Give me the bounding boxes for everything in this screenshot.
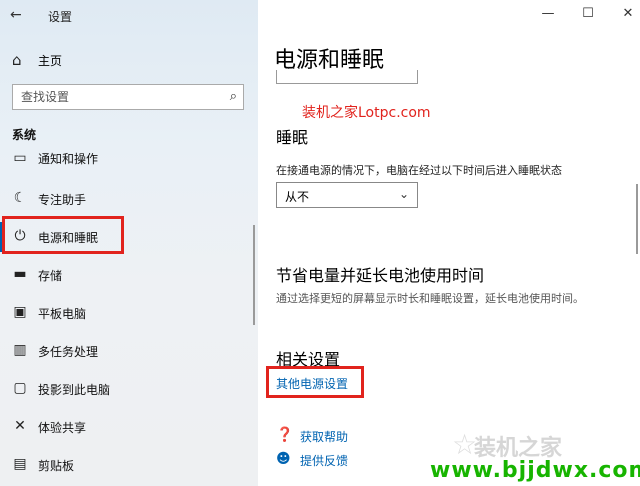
section-label: 系统 [12, 128, 37, 142]
dropdown-dots: ··· [287, 64, 303, 75]
sidebar-item-multitasking[interactable]: ▥ 多任务处理 [0, 336, 258, 366]
battery-section-title: 节省电量并延长电池使用时间 [276, 266, 485, 285]
sidebar-item-label: 体验共享 [38, 421, 87, 435]
sidebar-item-shared-experiences[interactable]: ✕ 体验共享 [0, 412, 258, 442]
search-box[interactable]: ⌕ [12, 84, 244, 110]
watermark-url: www.bjjdwx.com [430, 458, 640, 483]
sidebar-item-project[interactable]: ▢ 投影到此电脑 [0, 374, 258, 404]
sidebar-item-label: 通知和操作 [38, 152, 99, 166]
moon-icon: ☾ [13, 190, 27, 206]
content-scrollbar[interactable] [636, 184, 638, 254]
search-icon[interactable]: ⌕ [230, 89, 237, 104]
project-icon: ▢ [13, 380, 27, 396]
sidebar-item-storage[interactable]: ▬ 存储 [0, 260, 258, 290]
main-content: — ☐ ✕ 电源和睡眠 ··· 装机之家Lotpc.com 睡眠 在接通电源的情… [258, 0, 640, 486]
home-label: 主页 [38, 54, 63, 68]
get-help-link[interactable]: ❓ 获取帮助 [276, 426, 476, 446]
sidebar-item-label: 多任务处理 [38, 345, 99, 359]
sidebar-item-label: 存储 [38, 269, 63, 283]
minimize-button[interactable]: — [538, 4, 558, 24]
sidebar-item-notifications[interactable]: ▭ 通知和操作 [0, 148, 258, 166]
link-highlight-box [266, 366, 364, 398]
home-icon: ⌂ [12, 51, 22, 69]
sleep-description: 在接通电源的情况下，电脑在经过以下时间后进入睡眠状态 [276, 164, 562, 177]
feedback-icon: ☻ [276, 451, 291, 467]
sidebar-item-label: 投影到此电脑 [38, 383, 111, 397]
window-controls: — ☐ ✕ [520, 0, 640, 30]
tablet-icon: ▣ [13, 304, 27, 320]
help-icon: ❓ [276, 427, 294, 443]
title-bar: ← 设置 [0, 0, 258, 30]
get-help-label: 获取帮助 [300, 430, 349, 444]
share-icon: ✕ [14, 418, 26, 434]
sleep-dropdown-value: 从不 [285, 190, 310, 204]
maximize-button[interactable]: ☐ [578, 4, 598, 24]
chevron-down-icon: ⌄ [398, 187, 409, 201]
battery-description: 通过选择更短的屏幕显示时长和睡眠设置，延长电池使用时间。 [276, 292, 584, 305]
sidebar-item-clipboard[interactable]: ▤ 剪贴板 [0, 450, 258, 480]
storage-icon: ▬ [13, 266, 27, 282]
clipboard-icon: ▤ [13, 456, 27, 472]
app-title: 设置 [48, 10, 73, 24]
sidebar-item-home[interactable]: ⌂ 主页 [0, 46, 258, 74]
sidebar-item-label: 剪贴板 [38, 459, 75, 473]
back-arrow-icon[interactable]: ← [10, 6, 28, 24]
sidebar-item-label: 专注助手 [38, 193, 87, 207]
sidebar-item-label: 平板电脑 [38, 307, 87, 321]
sidebar-item-tablet[interactable]: ▣ 平板电脑 [0, 298, 258, 328]
highlight-box [2, 216, 124, 254]
screen-timeout-dropdown[interactable]: ··· [276, 64, 418, 84]
sidebar-item-focus-assist[interactable]: ☾ 专注助手 [0, 184, 258, 214]
close-button[interactable]: ✕ [618, 4, 638, 24]
multitask-icon: ▥ [13, 342, 27, 358]
sleep-section-title: 睡眠 [276, 128, 309, 147]
give-feedback-label: 提供反馈 [300, 454, 349, 468]
notification-icon: ▭ [13, 150, 27, 166]
sleep-dropdown[interactable]: 从不 ⌄ [276, 182, 418, 208]
sidebar-scrollbar[interactable] [253, 225, 255, 325]
search-input[interactable] [13, 85, 213, 109]
sidebar: ← 设置 ⌂ 主页 ⌕ 系统 ▭ 通知和操作 ☾ 专注助手 ⏻ 电源和睡眠 ▬ … [0, 0, 258, 486]
watermark-text: 装机之家Lotpc.com [302, 105, 431, 121]
